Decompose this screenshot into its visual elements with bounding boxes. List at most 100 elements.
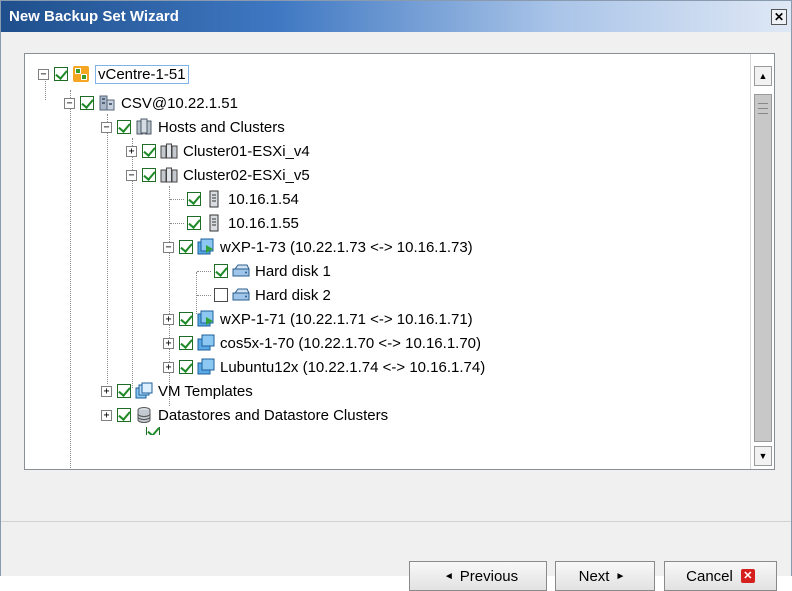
checkbox[interactable] — [214, 288, 228, 302]
cancel-icon: ✕ — [740, 569, 755, 583]
tree-node-cluster02[interactable]: − Cluster02-ESXi_v5 — [126, 163, 310, 187]
cluster-icon — [160, 166, 178, 184]
checkbox[interactable] — [179, 360, 193, 374]
tree-node-label[interactable]: CSV@10.22.1.51 — [121, 95, 238, 112]
tree-node-vm-templates[interactable]: + VM Templates — [101, 379, 253, 403]
tree-node-csv[interactable]: − CSV@10.22.1.51 — [64, 91, 238, 115]
checkbox[interactable] — [142, 144, 156, 158]
wizard-window: New Backup Set Wizard ✕ − vCentre-1-51 −… — [0, 0, 792, 591]
scroll-up-icon[interactable]: ▲ — [754, 66, 772, 86]
grip-icon — [758, 103, 768, 117]
tree-line — [107, 114, 108, 384]
collapse-icon[interactable]: − — [101, 121, 112, 133]
vertical-scrollbar[interactable]: ▲ ▼ — [750, 54, 774, 469]
tree-node-label[interactable]: Cluster02-ESXi_v5 — [183, 167, 310, 184]
tree-node-cluster01[interactable]: + Cluster01-ESXi_v4 — [126, 139, 310, 163]
tree-node-label[interactable]: Cluster01-ESXi_v4 — [183, 143, 310, 160]
cluster-icon — [160, 142, 178, 160]
tree-node-vcentre[interactable]: − vCentre-1-51 — [38, 62, 189, 86]
datastore-icon — [135, 406, 153, 424]
host-icon — [205, 214, 223, 232]
hosts-clusters-icon — [135, 118, 153, 136]
hard-disk-icon — [232, 286, 250, 304]
vm-templates-icon — [135, 382, 153, 400]
previous-label: Previous — [459, 567, 519, 585]
expand-icon[interactable]: + — [163, 361, 174, 373]
tree-node-datastores[interactable]: + Datastores and Datastore Clusters — [101, 403, 388, 427]
tree-node-label[interactable]: Hard disk 1 — [255, 263, 331, 280]
tree-panel: − vCentre-1-51 − CSV@10.22.1.51 − Hosts … — [24, 53, 775, 470]
tree-node-label[interactable]: vCentre-1-51 — [95, 64, 189, 84]
hard-disk-icon — [232, 262, 250, 280]
checkbox[interactable] — [214, 264, 228, 278]
close-icon[interactable]: ✕ — [771, 9, 787, 25]
vm-running-icon — [197, 238, 215, 256]
vm-running-icon — [197, 310, 215, 328]
vm-icon — [197, 358, 215, 376]
collapse-icon[interactable]: − — [163, 241, 174, 253]
expand-icon[interactable]: + — [126, 145, 137, 157]
tree-node-label[interactable]: Hosts and Clusters — [158, 119, 285, 136]
checkbox[interactable] — [179, 312, 193, 326]
tree-connector — [170, 198, 184, 200]
checkbox[interactable] — [117, 120, 131, 134]
tree-node-hard-disk-2[interactable]: Hard disk 2 — [197, 283, 331, 307]
next-arrow-icon: ► — [615, 570, 626, 582]
previous-arrow-icon: ◄ — [443, 570, 454, 582]
tree-connector — [197, 294, 211, 296]
window-title: New Backup Set Wizard — [9, 8, 179, 25]
checkbox[interactable] — [179, 240, 193, 254]
tree-node-label[interactable]: 10.16.1.55 — [228, 215, 299, 232]
tree-node-vm-wxp-1-73[interactable]: − wXP-1-73 (10.22.1.73 <-> 10.16.1.73) — [163, 235, 473, 259]
tree-node-label[interactable]: wXP-1-73 (10.22.1.73 <-> 10.16.1.73) — [220, 239, 473, 256]
backup-source-tree: − vCentre-1-51 − CSV@10.22.1.51 − Hosts … — [25, 54, 750, 469]
checkbox[interactable] — [142, 168, 156, 182]
scroll-thumb[interactable] — [754, 94, 772, 442]
checkbox[interactable] — [54, 67, 68, 81]
checkbox[interactable] — [179, 336, 193, 350]
tree-node-label[interactable]: Hard disk 2 — [255, 287, 331, 304]
expand-icon[interactable]: + — [101, 409, 112, 421]
checkbox[interactable] — [187, 192, 201, 206]
tree-node-vm-cos5x-1-70[interactable]: + cos5x-1-70 (10.22.1.70 <-> 10.16.1.70) — [163, 331, 481, 355]
collapse-icon[interactable]: − — [64, 97, 75, 109]
title-bar: New Backup Set Wizard ✕ — [1, 1, 791, 32]
checkbox — [146, 427, 160, 435]
tree-node-label[interactable]: Lubuntu12x (10.22.1.74 <-> 10.16.1.74) — [220, 359, 485, 376]
datacenter-icon — [98, 94, 116, 112]
scroll-down-icon[interactable]: ▼ — [754, 446, 772, 466]
expand-icon[interactable]: + — [163, 337, 174, 349]
tree-node-label[interactable]: VM Templates — [158, 383, 253, 400]
tree-node-hard-disk-1[interactable]: Hard disk 1 — [197, 259, 331, 283]
previous-button[interactable]: ◄ Previous — [409, 561, 547, 591]
checkbox[interactable] — [117, 384, 131, 398]
tree-connector — [170, 222, 184, 224]
vm-icon — [197, 334, 215, 352]
collapse-icon[interactable]: − — [38, 68, 49, 80]
tree-connector — [197, 270, 211, 272]
tree-node-hosts-clusters[interactable]: − Hosts and Clusters — [101, 115, 285, 139]
tree-line — [70, 90, 71, 469]
checkbox[interactable] — [117, 408, 131, 422]
tree-node-vm-lubuntu12x[interactable]: + Lubuntu12x (10.22.1.74 <-> 10.16.1.74) — [163, 355, 485, 379]
expand-icon[interactable]: + — [101, 385, 112, 397]
collapse-icon[interactable]: − — [126, 169, 137, 181]
tree-node-label[interactable]: Datastores and Datastore Clusters — [158, 407, 388, 424]
tree-node-host-54[interactable]: 10.16.1.54 — [170, 187, 299, 211]
cancel-button[interactable]: Cancel ✕ — [664, 561, 777, 591]
host-icon — [205, 190, 223, 208]
next-button[interactable]: Next ► — [555, 561, 655, 591]
tree-node-host-55[interactable]: 10.16.1.55 — [170, 211, 299, 235]
tree-node-partial — [126, 427, 164, 435]
checkbox[interactable] — [187, 216, 201, 230]
vcenter-icon — [72, 65, 90, 83]
tree-node-label[interactable]: cos5x-1-70 (10.22.1.70 <-> 10.16.1.70) — [220, 335, 481, 352]
wizard-footer: ◄ Previous Next ► Cancel ✕ — [1, 521, 791, 591]
cancel-label: Cancel — [686, 567, 733, 585]
expand-icon[interactable]: + — [163, 313, 174, 325]
checkbox[interactable] — [80, 96, 94, 110]
tree-node-vm-wxp-1-71[interactable]: + wXP-1-71 (10.22.1.71 <-> 10.16.1.71) — [163, 307, 473, 331]
tree-node-label[interactable]: wXP-1-71 (10.22.1.71 <-> 10.16.1.71) — [220, 311, 473, 328]
tree-node-label[interactable]: 10.16.1.54 — [228, 191, 299, 208]
next-label: Next — [578, 567, 610, 585]
